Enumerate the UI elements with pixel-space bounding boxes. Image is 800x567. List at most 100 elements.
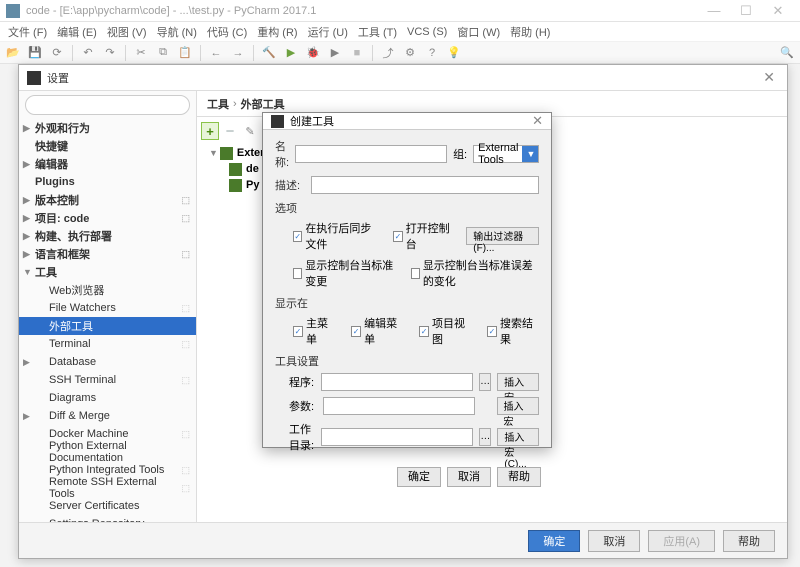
menu-item[interactable]: 工具 (T) <box>354 24 401 40</box>
sync-checkbox[interactable]: 在执行后同步文件 <box>293 220 377 252</box>
tree-item-label: Python Integrated Tools <box>49 464 164 476</box>
tree-item[interactable]: ▼工具 <box>19 263 196 281</box>
tree-item[interactable]: ▶构建、执行部署 <box>19 227 196 245</box>
name-input[interactable] <box>295 145 447 163</box>
create-tool-close-icon[interactable]: ✕ <box>532 113 543 129</box>
params-label: 参数: <box>289 398 317 414</box>
params-input[interactable] <box>323 397 475 415</box>
group-combo[interactable]: External Tools ▼ <box>473 145 539 163</box>
tree-item[interactable]: ▶外观和行为 <box>19 119 196 137</box>
macro-a-button[interactable]: 插入宏(A)... <box>497 397 540 415</box>
copy-icon[interactable]: ⧉ <box>154 44 172 62</box>
desc-input[interactable] <box>311 176 539 194</box>
tree-item[interactable]: Server Certificates <box>19 497 196 515</box>
maximize-button[interactable]: ☐ <box>730 3 762 19</box>
settings-tree[interactable]: ▶外观和行为快捷键▶编辑器Plugins▶版本控制⬚▶项目: code⬚▶构建、… <box>19 119 196 522</box>
tree-item-label: Docker Machine <box>49 428 128 440</box>
main-toolbar: 📂 💾 ⟳ ↶ ↷ ✂ ⧉ 📋 ← → 🔨 ▶ 🐞 ▶ ■ ⤴ ⚙ ? 💡 🔍 <box>0 42 800 64</box>
stop-icon[interactable]: ■ <box>348 44 366 62</box>
forward-icon[interactable]: → <box>229 44 247 62</box>
tips-icon[interactable]: 💡 <box>445 44 463 62</box>
undo-icon[interactable]: ↶ <box>79 44 97 62</box>
menu-item[interactable]: 导航 (N) <box>153 24 201 40</box>
tree-item[interactable]: Web浏览器 <box>19 281 196 299</box>
mainmenu-checkbox[interactable]: 主菜单 <box>293 315 335 347</box>
settings-titlebar: 设置 ✕ <box>19 65 787 91</box>
cut-icon[interactable]: ✂ <box>132 44 150 62</box>
vcs-icon[interactable]: ⤴ <box>379 44 397 62</box>
menu-item[interactable]: 重构 (R) <box>253 24 301 40</box>
macro-m-button[interactable]: 插入宏(M)... <box>497 373 539 391</box>
tree-item[interactable]: Terminal⬚ <box>19 335 196 353</box>
project-badge-icon: ⬚ <box>181 303 190 314</box>
stderr-checkbox[interactable]: 显示控制台当标准误差的变化 <box>411 257 540 289</box>
program-input[interactable] <box>321 373 473 391</box>
menu-item[interactable]: VCS (S) <box>403 26 451 38</box>
tree-item[interactable]: ▶编辑器 <box>19 155 196 173</box>
editmenu-checkbox[interactable]: 编辑菜单 <box>351 315 403 347</box>
tree-item[interactable]: Python External Documentation <box>19 443 196 461</box>
settings-icon[interactable]: ⚙ <box>401 44 419 62</box>
search-checkbox[interactable]: 搜索结果 <box>487 315 539 347</box>
stdin-checkbox[interactable]: 显示控制台当标准变更 <box>293 257 395 289</box>
refresh-icon[interactable]: ⟳ <box>48 44 66 62</box>
paste-icon[interactable]: 📋 <box>176 44 194 62</box>
coverage-icon[interactable]: ▶ <box>326 44 344 62</box>
minimize-button[interactable]: — <box>698 3 730 18</box>
console-checkbox[interactable]: 打开控制台 <box>393 220 450 252</box>
workdir-input[interactable] <box>321 428 473 446</box>
tool-help-button[interactable]: 帮助 <box>497 467 541 487</box>
apply-button[interactable]: 应用(A) <box>648 530 715 552</box>
tree-item[interactable]: Remote SSH External Tools⬚ <box>19 479 196 497</box>
tree-item[interactable]: Diagrams <box>19 389 196 407</box>
menu-item[interactable]: 编辑 (E) <box>53 24 101 40</box>
redo-icon[interactable]: ↷ <box>101 44 119 62</box>
search-icon[interactable]: 🔍 <box>778 44 796 62</box>
tree-item[interactable]: SSH Terminal⬚ <box>19 371 196 389</box>
edit-tool-button[interactable]: ✎ <box>241 122 259 140</box>
macro-c-button[interactable]: 插入宏(C)... <box>497 428 539 446</box>
back-icon[interactable]: ← <box>207 44 225 62</box>
menu-item[interactable]: 窗口 (W) <box>453 24 504 40</box>
projview-checkbox[interactable]: 项目视图 <box>419 315 471 347</box>
cancel-button[interactable]: 取消 <box>588 530 640 552</box>
help-button[interactable]: 帮助 <box>723 530 775 552</box>
tool-cancel-button[interactable]: 取消 <box>447 467 491 487</box>
debug-icon[interactable]: 🐞 <box>304 44 322 62</box>
tool-ok-button[interactable]: 确定 <box>397 467 441 487</box>
menu-item[interactable]: 帮助 (H) <box>506 24 554 40</box>
menu-item[interactable]: 文件 (F) <box>4 24 51 40</box>
close-button[interactable]: ✕ <box>762 3 794 19</box>
settings-title-text: 设置 <box>47 70 759 86</box>
tree-item[interactable]: ▶语言和框架⬚ <box>19 245 196 263</box>
run-icon[interactable]: ▶ <box>282 44 300 62</box>
tree-item-label: Diff & Merge <box>49 410 110 422</box>
menu-item[interactable]: 运行 (U) <box>304 24 352 40</box>
toolset-section: 工具设置 <box>275 353 539 369</box>
tree-item[interactable]: ▶Diff & Merge <box>19 407 196 425</box>
help-icon[interactable]: ? <box>423 44 441 62</box>
open-icon[interactable]: 📂 <box>4 44 22 62</box>
tree-item[interactable]: ▶版本控制⬚ <box>19 191 196 209</box>
tree-item[interactable]: ▶Database <box>19 353 196 371</box>
output-filter-button[interactable]: 输出过滤器(F)... <box>466 227 539 245</box>
save-icon[interactable]: 💾 <box>26 44 44 62</box>
settings-search-input[interactable] <box>25 95 190 115</box>
settings-footer: 确定 取消 应用(A) 帮助 <box>19 522 787 558</box>
tree-item[interactable]: ▶项目: code⬚ <box>19 209 196 227</box>
add-tool-button[interactable]: + <box>201 122 219 140</box>
ok-button[interactable]: 确定 <box>528 530 580 552</box>
tree-item[interactable]: 快捷键 <box>19 137 196 155</box>
tree-item[interactable]: Plugins <box>19 173 196 191</box>
menu-item[interactable]: 代码 (C) <box>203 24 251 40</box>
remove-tool-button[interactable]: − <box>221 122 239 140</box>
tree-item[interactable]: 外部工具 <box>19 317 196 335</box>
browse-program-button[interactable]: … <box>479 373 491 391</box>
settings-close-icon[interactable]: ✕ <box>759 69 779 86</box>
dialog-icon <box>271 115 284 128</box>
tree-item[interactable]: Settings Repository <box>19 515 196 522</box>
build-icon[interactable]: 🔨 <box>260 44 278 62</box>
browse-workdir-button[interactable]: … <box>479 428 491 446</box>
tree-item[interactable]: File Watchers⬚ <box>19 299 196 317</box>
menu-item[interactable]: 视图 (V) <box>103 24 151 40</box>
